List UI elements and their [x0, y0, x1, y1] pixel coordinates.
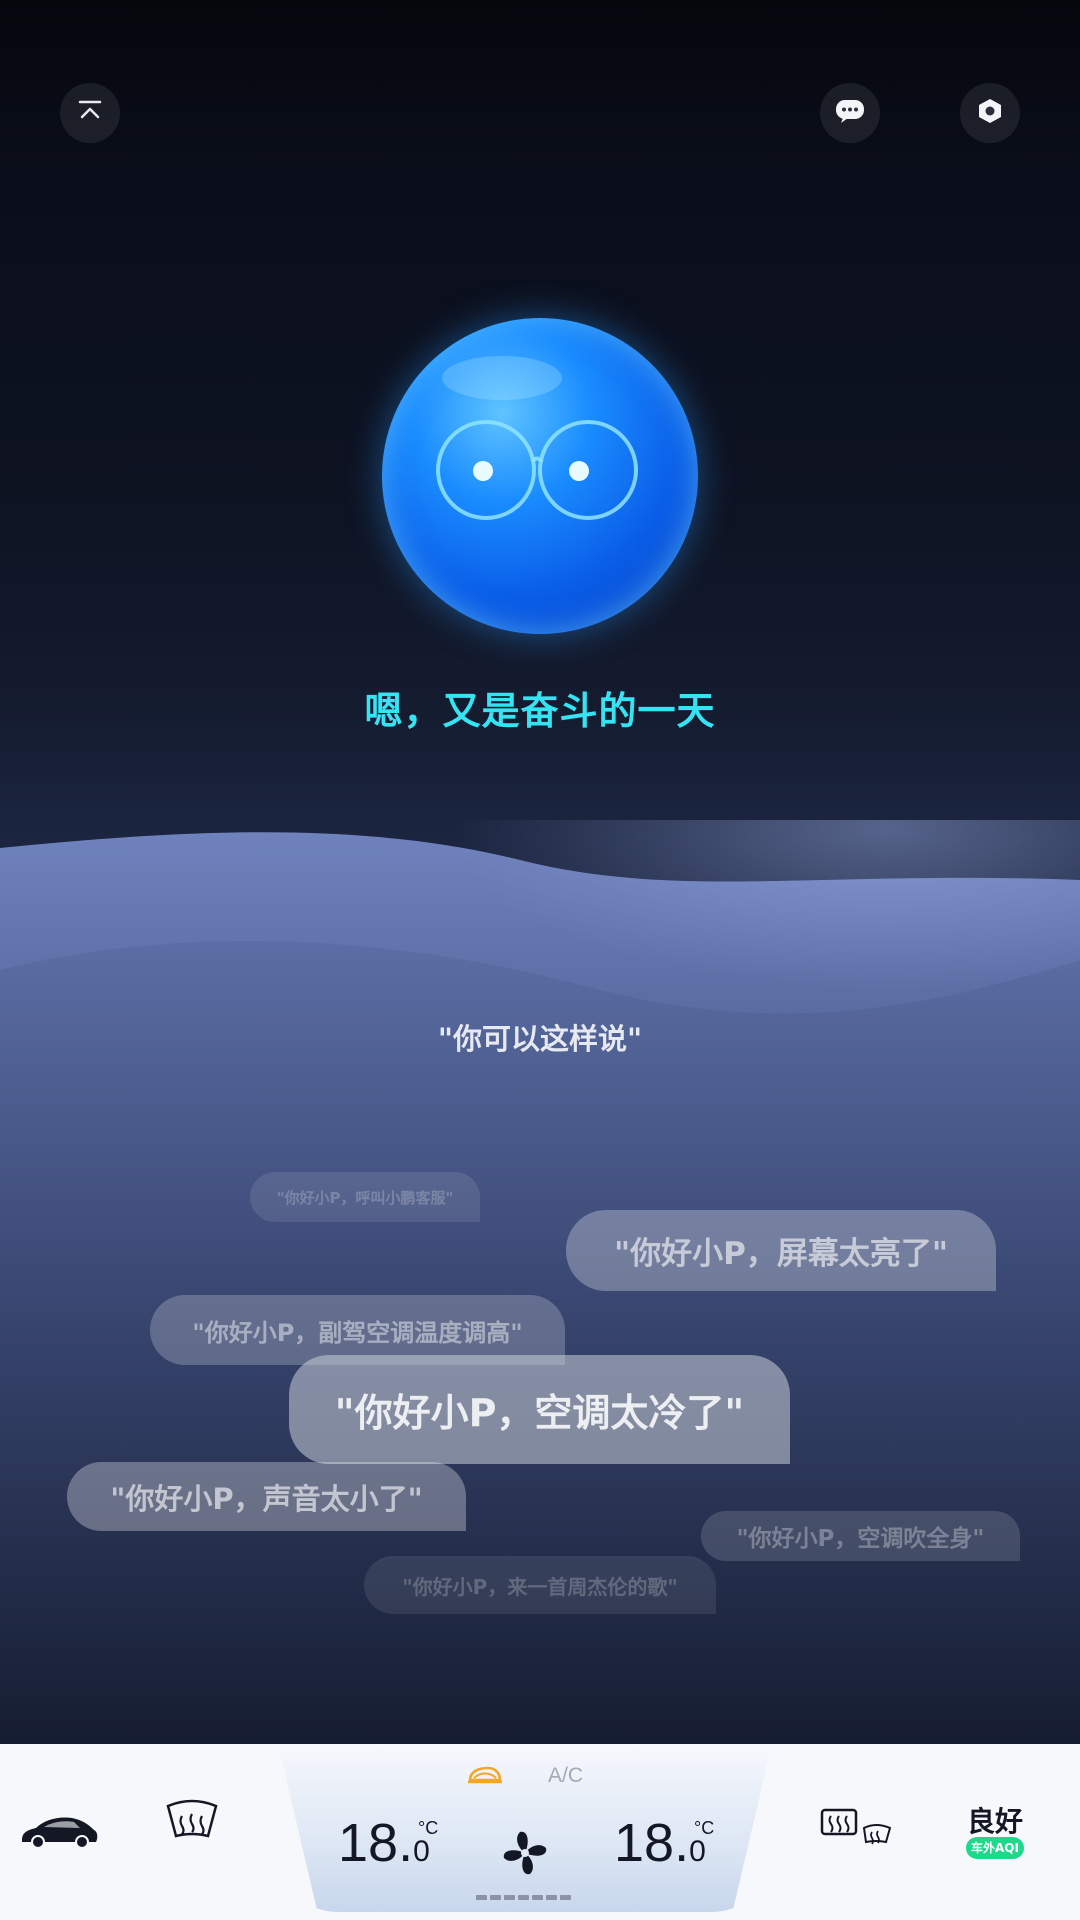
climate-control-bar: A/C 18.0 °C 18.0 °C 良好 车外AQI [0, 1744, 1080, 1920]
left-temperature[interactable]: 18.0 °C [338, 1812, 438, 1874]
assistant-avatar[interactable] [382, 318, 698, 634]
ac-toggle[interactable]: A/C [548, 1764, 583, 1788]
collapse-button[interactable] [60, 83, 120, 143]
cabin-recirculation-icon[interactable] [466, 1764, 504, 1792]
front-defrost-icon[interactable] [164, 1798, 220, 1846]
rear-defrost-icon[interactable] [820, 1808, 892, 1856]
suggestion-bubble[interactable]: "你好小P，来一首周杰伦的歌" [364, 1556, 716, 1614]
voice-assistant-screen: 嗯，又是奋斗的一天 "你可以这样说" "你好小P，呼叫小鹏客服" "你好小P，屏… [0, 0, 1080, 1744]
suggestion-bubble[interactable]: "你好小P，空调吹全身" [701, 1511, 1020, 1561]
right-temperature[interactable]: 18.0 °C [614, 1812, 714, 1874]
assistant-greeting: 嗯，又是奋斗的一天 [364, 689, 716, 733]
fan-speed-indicator[interactable] [476, 1886, 576, 1905]
suggestions-title: "你可以这样说" [437, 1022, 643, 1056]
air-quality-badge: 车外AQI [966, 1837, 1024, 1859]
suggestion-bubble[interactable]: "你好小P，声音太小了" [67, 1462, 466, 1531]
chat-bubble-icon [835, 98, 865, 128]
settings-button[interactable] [960, 83, 1020, 143]
suggestion-bubble[interactable]: "你好小P，空调太冷了" [289, 1355, 790, 1464]
suggestion-bubble[interactable]: "你好小P，屏幕太亮了" [566, 1210, 996, 1291]
car-icon[interactable] [18, 1810, 100, 1854]
chat-button[interactable] [820, 83, 880, 143]
hexagon-settings-icon [977, 97, 1003, 129]
suggestion-bubble[interactable]: "你好小P，呼叫小鹏客服" [250, 1172, 480, 1222]
fan-icon[interactable] [500, 1828, 550, 1882]
air-quality-value[interactable]: 良好 [955, 1800, 1035, 1840]
collapse-up-icon [77, 98, 103, 128]
